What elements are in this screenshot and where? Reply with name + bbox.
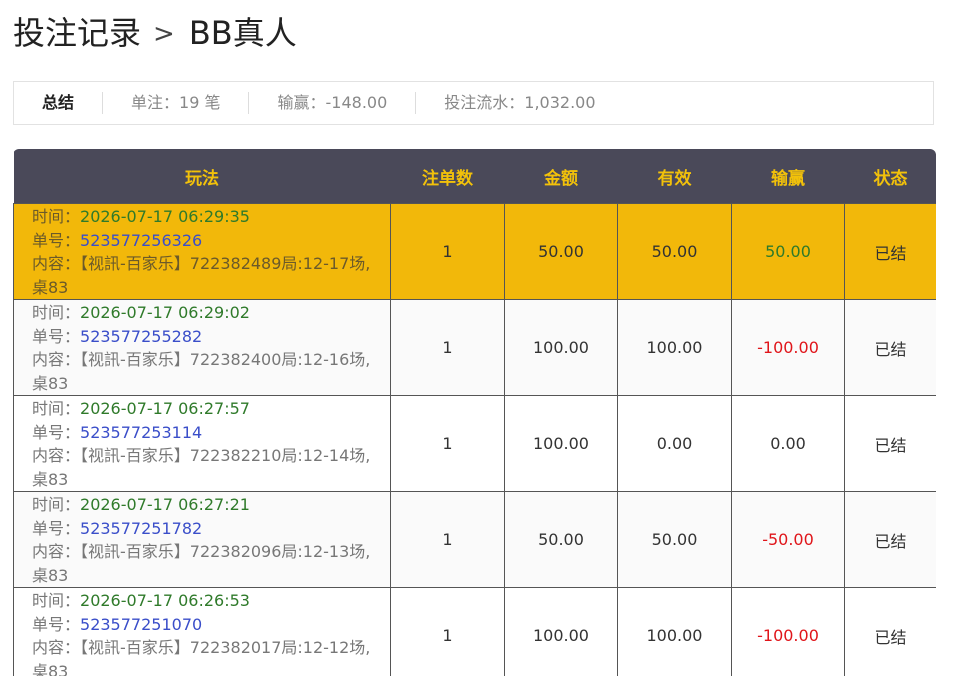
win-loss: 0.00 bbox=[731, 395, 845, 492]
bet-amount: 100.00 bbox=[504, 395, 618, 492]
content-label: 内容： bbox=[32, 350, 81, 369]
bet-status: 已结 bbox=[844, 587, 936, 676]
time-label: 时间： bbox=[32, 303, 81, 322]
column-header-valid: 有效 bbox=[617, 149, 732, 204]
order-number-link[interactable]: 523577255282 bbox=[80, 327, 202, 346]
valid-amount: 50.00 bbox=[617, 203, 732, 300]
valid-amount: 50.00 bbox=[617, 491, 732, 588]
bet-content: 【视訊-百家乐】722382096局:12-13场,桌83 bbox=[32, 542, 371, 585]
column-header-count: 注单数 bbox=[390, 149, 505, 204]
win-loss: 50.00 bbox=[731, 203, 845, 300]
column-header-amount: 金额 bbox=[504, 149, 618, 204]
bet-time: 2026-07-17 06:26:53 bbox=[80, 591, 250, 610]
bet-status: 已结 bbox=[844, 299, 936, 396]
bet-count: 1 bbox=[390, 587, 505, 676]
content-label: 内容： bbox=[32, 542, 81, 561]
bet-count: 1 bbox=[390, 299, 505, 396]
summary-winloss-label: 输赢： bbox=[277, 93, 326, 112]
breadcrumb-separator: > bbox=[153, 19, 175, 49]
summary-count-value: 19 笔 bbox=[179, 93, 221, 112]
breadcrumb-parent[interactable]: 投注记录 bbox=[13, 14, 141, 52]
bet-content: 【视訊-百家乐】722382210局:12-14场,桌83 bbox=[32, 446, 371, 489]
order-label: 单号： bbox=[32, 422, 81, 442]
order-label: 单号： bbox=[32, 326, 81, 346]
bet-content: 【视訊-百家乐】722382017局:12-12场,桌83 bbox=[32, 638, 371, 676]
table-row[interactable]: 时间：2026-07-17 06:27:57 单号：523577253114 内… bbox=[13, 395, 936, 492]
time-label: 时间： bbox=[32, 495, 81, 514]
table-row[interactable]: 时间：2026-07-17 06:29:35 单号：523577256326 内… bbox=[13, 203, 936, 300]
bet-table-container: 玩法 注单数 金额 有效 输赢 状态 时间：2026-07-17 06:29:3… bbox=[13, 149, 936, 676]
valid-amount: 0.00 bbox=[617, 395, 732, 492]
bet-status: 已结 bbox=[844, 203, 936, 300]
bet-time: 2026-07-17 06:29:35 bbox=[80, 207, 250, 226]
bet-info-cell: 时间：2026-07-17 06:29:35 单号：523577256326 内… bbox=[13, 203, 391, 300]
order-label: 单号： bbox=[32, 614, 81, 634]
content-label: 内容： bbox=[32, 446, 81, 465]
page-title: 投注记录 > BB真人 bbox=[13, 8, 297, 54]
order-label: 单号： bbox=[32, 230, 81, 250]
order-number-link[interactable]: 523577251070 bbox=[80, 615, 202, 634]
time-label: 时间： bbox=[32, 591, 81, 610]
order-number-link[interactable]: 523577256326 bbox=[80, 231, 202, 250]
summary-count: 单注：19 笔 bbox=[102, 92, 248, 114]
bet-amount: 50.00 bbox=[504, 491, 618, 588]
bet-count: 1 bbox=[390, 491, 505, 588]
summary-turnover: 投注流水：1,032.00 bbox=[415, 92, 623, 114]
content-label: 内容： bbox=[32, 254, 81, 273]
summary-turnover-value: 1,032.00 bbox=[524, 93, 596, 112]
win-loss: -100.00 bbox=[731, 299, 845, 396]
content-label: 内容： bbox=[32, 638, 81, 657]
summary-count-label: 单注： bbox=[131, 93, 180, 112]
bet-content: 【视訊-百家乐】722382489局:12-17场,桌83 bbox=[32, 254, 371, 297]
bet-amount: 100.00 bbox=[504, 587, 618, 676]
summary-title: 总结 bbox=[42, 93, 75, 112]
bet-time: 2026-07-17 06:27:57 bbox=[80, 399, 250, 418]
time-label: 时间： bbox=[32, 207, 81, 226]
bet-count: 1 bbox=[390, 203, 505, 300]
bet-table: 玩法 注单数 金额 有效 输赢 状态 时间：2026-07-17 06:29:3… bbox=[13, 149, 936, 676]
column-header-status: 状态 bbox=[844, 149, 936, 204]
bet-status: 已结 bbox=[844, 491, 936, 588]
valid-amount: 100.00 bbox=[617, 587, 732, 676]
summary-winloss-value: -148.00 bbox=[325, 93, 388, 112]
bet-amount: 50.00 bbox=[504, 203, 618, 300]
table-row[interactable]: 时间：2026-07-17 06:26:53 单号：523577251070 内… bbox=[13, 587, 936, 676]
order-label: 单号： bbox=[32, 518, 81, 538]
bet-info-cell: 时间：2026-07-17 06:27:57 单号：523577253114 内… bbox=[13, 395, 391, 492]
table-row[interactable]: 时间：2026-07-17 06:29:02 单号：523577255282 内… bbox=[13, 299, 936, 396]
bet-info-cell: 时间：2026-07-17 06:26:53 单号：523577251070 内… bbox=[13, 587, 391, 676]
bet-time: 2026-07-17 06:27:21 bbox=[80, 495, 250, 514]
table-row[interactable]: 时间：2026-07-17 06:27:21 单号：523577251782 内… bbox=[13, 491, 936, 588]
bet-info-cell: 时间：2026-07-17 06:27:21 单号：523577251782 内… bbox=[13, 491, 391, 588]
time-label: 时间： bbox=[32, 399, 81, 418]
valid-amount: 100.00 bbox=[617, 299, 732, 396]
summary-winloss: 输赢：-148.00 bbox=[248, 92, 415, 114]
table-header-row: 玩法 注单数 金额 有效 输赢 状态 bbox=[13, 149, 936, 204]
bet-time: 2026-07-17 06:29:02 bbox=[80, 303, 250, 322]
column-header-winloss: 输赢 bbox=[731, 149, 845, 204]
order-number-link[interactable]: 523577253114 bbox=[80, 423, 202, 442]
bet-amount: 100.00 bbox=[504, 299, 618, 396]
order-number-link[interactable]: 523577251782 bbox=[80, 519, 202, 538]
win-loss: -50.00 bbox=[731, 491, 845, 588]
bet-count: 1 bbox=[390, 395, 505, 492]
page: 投注记录 > BB真人 总结 单注：19 笔 输赢：-148.00 投注流水：1,0… bbox=[0, 0, 956, 676]
bet-info-cell: 时间：2026-07-17 06:29:02 单号：523577255282 内… bbox=[13, 299, 391, 396]
bet-status: 已结 bbox=[844, 395, 936, 492]
summary-turnover-label: 投注流水： bbox=[444, 93, 525, 112]
bet-content: 【视訊-百家乐】722382400局:12-16场,桌83 bbox=[32, 350, 371, 393]
column-header-game: 玩法 bbox=[13, 149, 391, 204]
win-loss: -100.00 bbox=[731, 587, 845, 676]
summary-bar: 总结 单注：19 笔 输赢：-148.00 投注流水：1,032.00 bbox=[13, 81, 934, 125]
breadcrumb-current: BB真人 bbox=[188, 14, 297, 52]
